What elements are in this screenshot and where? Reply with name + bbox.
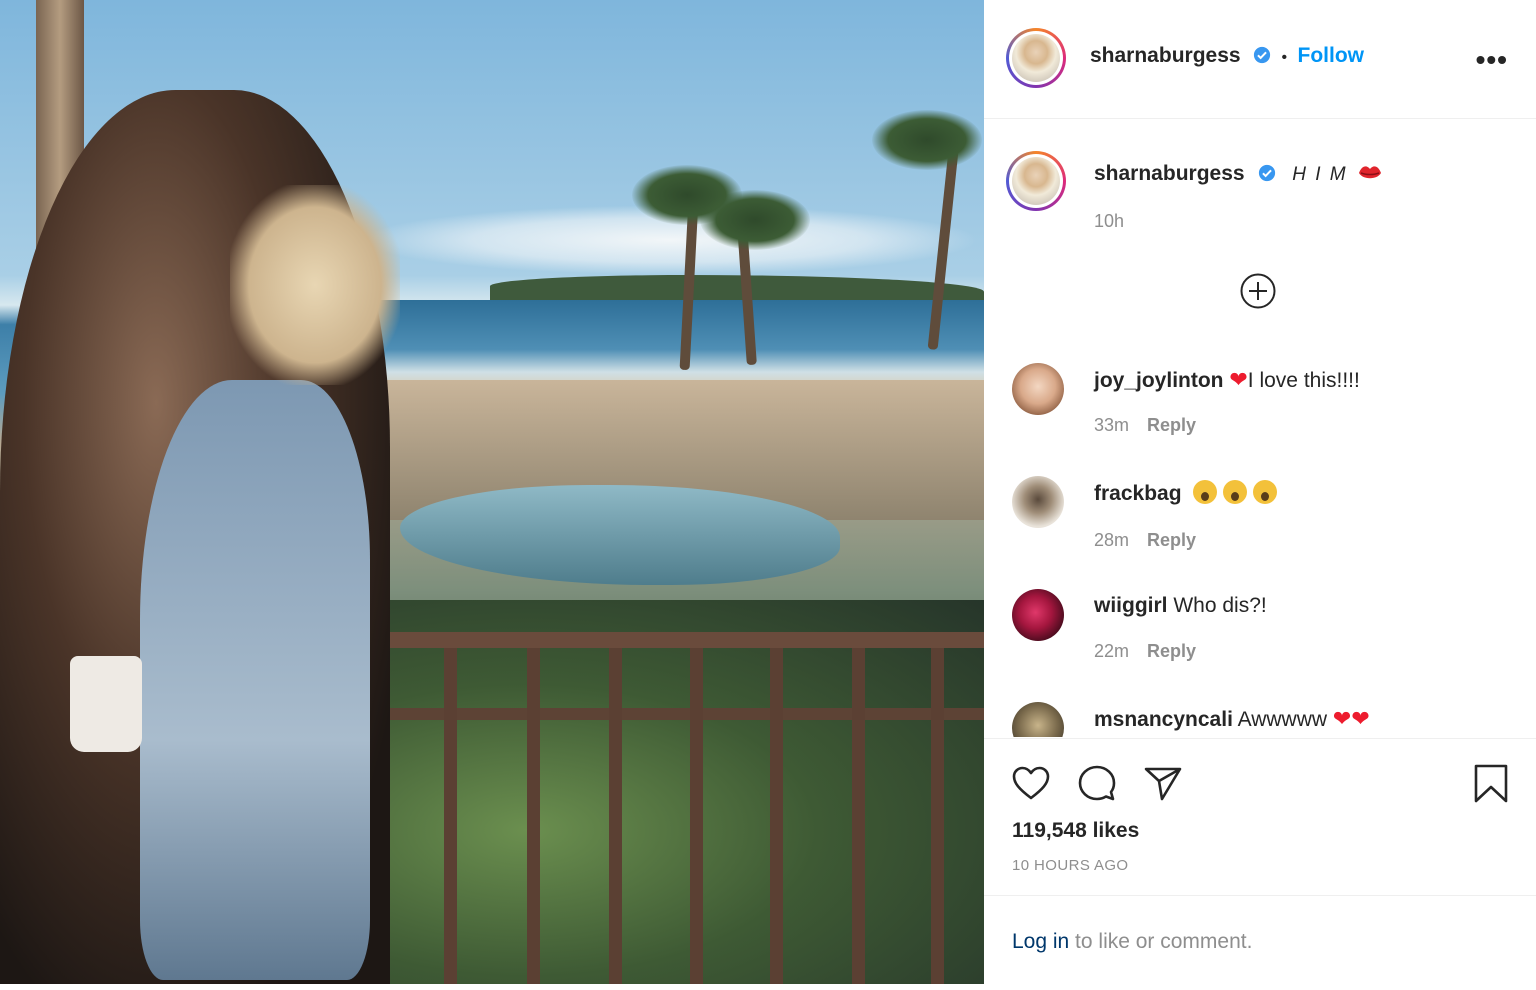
comment-icon[interactable]: [1076, 763, 1118, 805]
balcony-railing: [340, 632, 984, 648]
verified-badge-icon: [1259, 164, 1276, 182]
red-heart-icon: ❤: [1351, 706, 1370, 731]
comment-time: 33m: [1094, 415, 1130, 435]
reply-button[interactable]: Reply: [1147, 641, 1196, 661]
commenter-username[interactable]: frackbag: [1094, 482, 1182, 505]
comment-meta: 22m Reply: [1094, 641, 1196, 662]
balcony-railing: [340, 708, 984, 720]
comment-text: frackbag: [1094, 480, 1514, 507]
dress: [140, 380, 370, 980]
railing-post: [527, 648, 540, 984]
reply-button[interactable]: Reply: [1147, 530, 1196, 550]
follow-button[interactable]: Follow: [1298, 44, 1365, 67]
verified-badge-icon: [1253, 46, 1271, 64]
railing-post: [852, 648, 865, 984]
caption-username[interactable]: sharnaburgess: [1094, 162, 1245, 185]
commenter-username[interactable]: msnancyncali: [1094, 708, 1233, 731]
railing-post: [444, 648, 457, 984]
more-options-icon[interactable]: •••: [1476, 44, 1508, 76]
commenter-username[interactable]: joy_joylinton: [1094, 369, 1224, 392]
screaming-face-icon: [1223, 480, 1248, 504]
commenter-avatar[interactable]: [1012, 476, 1064, 528]
comment-text: wiiggirl Who dis?!: [1094, 593, 1514, 619]
heart-icon[interactable]: [1010, 763, 1052, 805]
palm-fronds: [700, 190, 810, 250]
comment-meta: 33m Reply: [1094, 415, 1196, 436]
comment-body: Awwwww: [1237, 708, 1328, 731]
commenter-avatar[interactable]: [1012, 589, 1064, 641]
island-headland: [490, 275, 984, 303]
red-heart-icon: ❤: [1332, 706, 1352, 731]
bookmark-icon[interactable]: [1470, 763, 1512, 805]
blonde-hair: [230, 185, 400, 385]
reply-button[interactable]: Reply: [1147, 415, 1196, 435]
palm-fronds: [872, 110, 982, 170]
comment-time: 22m: [1094, 641, 1130, 661]
lagoon-pool: [400, 485, 840, 585]
railing-post: [609, 648, 622, 984]
post-side-panel: sharnaburgess • Follow ••• sharnaburgess: [984, 0, 1536, 987]
separator-dot: •: [1281, 49, 1288, 66]
comment-text: msnancyncali Awwwww ❤❤: [1094, 706, 1514, 733]
caption-time: 10h: [1094, 211, 1125, 231]
kiss-lips-icon: [1359, 166, 1382, 179]
commenter-avatar[interactable]: [1012, 363, 1064, 415]
post-timestamp: 10 HOURS AGO: [1012, 857, 1129, 874]
comment-text: joy_joylinton ❤I love this!!!!: [1094, 367, 1514, 394]
comments-list[interactable]: sharnaburgess H I M 10h joy_joylinton ❤I…: [984, 119, 1536, 737]
red-heart-icon: ❤: [1229, 367, 1248, 392]
post-header: sharnaburgess • Follow •••: [984, 0, 1536, 119]
comment-body: Who dis?!: [1173, 594, 1267, 617]
likes-count[interactable]: 119,548 likes: [1012, 819, 1139, 843]
login-prompt-text: Log in to like or comment.: [1012, 930, 1252, 954]
share-icon[interactable]: [1142, 763, 1184, 805]
login-link[interactable]: Log in: [1012, 930, 1069, 953]
commenter-username[interactable]: wiiggirl: [1094, 594, 1168, 617]
railing-post: [770, 648, 783, 984]
comment-time: 28m: [1094, 530, 1130, 550]
login-rest: to like or comment.: [1069, 930, 1253, 953]
caption-body: H I M: [1292, 164, 1348, 185]
login-prompt: Log in to like or comment.: [984, 895, 1536, 990]
caption-text: sharnaburgess H I M: [1094, 161, 1514, 188]
screaming-face-icon: [1253, 480, 1278, 504]
comment-meta: 28m Reply: [1094, 530, 1196, 551]
caption-author-avatar[interactable]: [1006, 151, 1066, 211]
header-author: sharnaburgess • Follow: [1090, 44, 1364, 68]
railing-post: [931, 648, 944, 984]
post-photo[interactable]: [0, 0, 984, 984]
comment-body: I love this!!!!: [1247, 369, 1360, 392]
post-actions: 119,548 likes 10 HOURS AGO Log in to lik…: [984, 738, 1536, 989]
screaming-face-icon: [1193, 480, 1218, 504]
coffee-mug: [70, 656, 142, 752]
author-avatar[interactable]: [1006, 28, 1066, 88]
plus-circle-icon[interactable]: [1240, 273, 1276, 309]
garden-foliage: [330, 600, 984, 984]
commenter-avatar[interactable]: [1012, 702, 1064, 737]
railing-post: [690, 648, 703, 984]
author-username[interactable]: sharnaburgess: [1090, 44, 1241, 67]
